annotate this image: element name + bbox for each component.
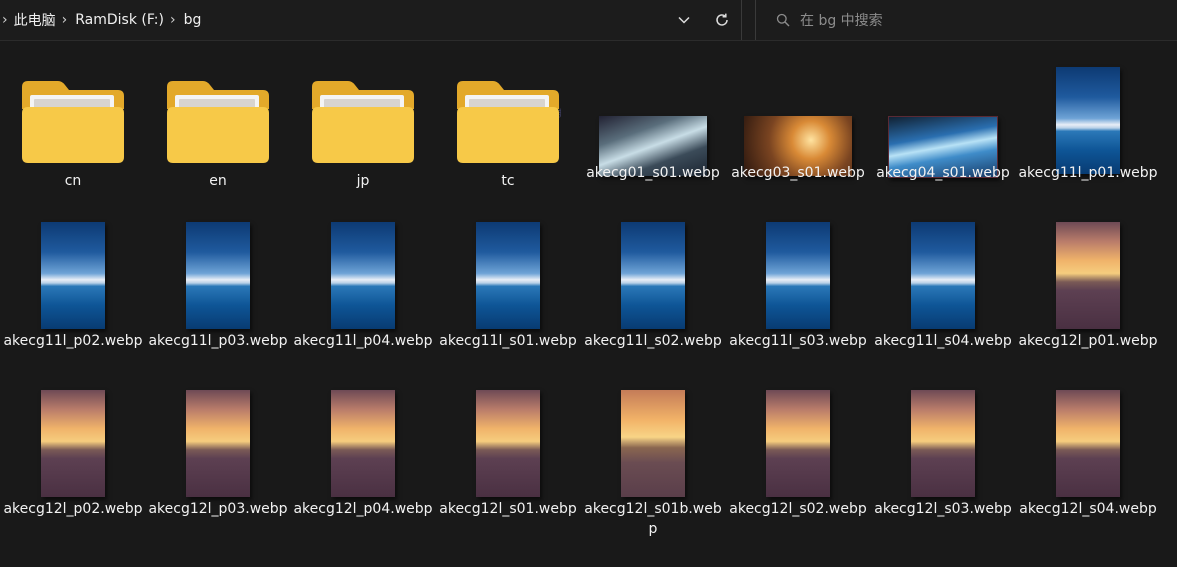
chevron-right-icon[interactable]: › — [62, 12, 68, 28]
item-thumbnail — [583, 386, 723, 497]
item-thumbnail — [3, 218, 143, 329]
item-thumbnail — [293, 218, 433, 329]
image-thumbnail — [1056, 222, 1120, 329]
image-thumbnail — [1056, 390, 1120, 497]
item-thumbnail — [873, 386, 1013, 497]
toolbar: › 此电脑 › RamDisk (F:) › bg 在 bg 中搜索 — [0, 0, 1177, 41]
item-thumbnail: 目指せベスト — [3, 79, 143, 163]
item-name: akecg12l_s03.webp — [874, 501, 1012, 517]
item-thumbnail — [1018, 218, 1158, 329]
item-name: akecg11l_p04.webp — [293, 333, 433, 349]
item-thumbnail — [1018, 63, 1158, 174]
breadcrumb-item-drive[interactable]: RamDisk (F:) — [75, 12, 164, 28]
item-name: akecg03_s01.webp — [731, 165, 865, 181]
item-thumbnail — [438, 218, 578, 329]
search-icon — [776, 13, 790, 27]
item-thumbnail — [148, 218, 288, 329]
item-name: akecg11l_s04.webp — [874, 333, 1012, 349]
item-thumbnail — [3, 386, 143, 497]
item-name: akecg12l_s04.webp — [1019, 501, 1157, 517]
image-thumbnail — [766, 222, 830, 329]
refresh-button[interactable] — [703, 0, 741, 40]
search-box[interactable]: 在 bg 中搜索 — [755, 0, 1177, 40]
folder-icon: Aim for top — [167, 81, 269, 163]
item-thumbnail — [583, 63, 723, 176]
item-thumbnail — [728, 218, 868, 329]
item-thumbnail — [583, 218, 723, 329]
folder-icon: ありがとうございました — [457, 81, 561, 163]
item-thumbnail — [293, 386, 433, 497]
image-thumbnail — [331, 390, 395, 497]
item-name: akecg11l_p01.webp — [1018, 165, 1158, 181]
chevron-right-icon[interactable]: › — [170, 12, 176, 28]
item-thumbnail — [873, 218, 1013, 329]
image-thumbnail — [621, 390, 685, 497]
item-name: akecg04_s01.webp — [876, 165, 1010, 181]
item-thumbnail: 目指せベスト — [293, 79, 433, 163]
image-thumbnail — [766, 390, 830, 497]
item-name: cn — [64, 173, 82, 189]
item-name: akecg12l_s01.webp — [439, 501, 577, 517]
item-name: akecg12l_p01.webp — [1018, 333, 1158, 349]
breadcrumb-item-this-pc[interactable]: 此电脑 — [14, 10, 56, 30]
item-name: akecg11l_p02.webp — [3, 333, 143, 349]
image-thumbnail — [186, 390, 250, 497]
item-name: akecg11l_s03.webp — [729, 333, 867, 349]
item-name: jp — [356, 173, 370, 189]
item-thumbnail — [1018, 386, 1158, 497]
history-dropdown-button[interactable] — [665, 0, 703, 40]
item-name: akecg11l_s02.webp — [584, 333, 722, 349]
image-thumbnail — [41, 390, 105, 497]
item-name: akecg12l_p02.webp — [3, 501, 143, 517]
item-thumbnail: Aim for top — [148, 79, 288, 163]
item-name: tc — [501, 173, 515, 189]
item-name: akecg12l_p03.webp — [148, 501, 288, 517]
search-input[interactable]: 在 bg 中搜索 — [800, 10, 883, 30]
image-thumbnail — [1056, 67, 1120, 174]
folder-icon: 目指せベスト — [312, 81, 414, 163]
file-grid: 目指せベスト cn Aim for top en 目指せベスト jp ありがとうございました… — [0, 41, 1177, 567]
image-thumbnail — [331, 222, 395, 329]
item-thumbnail — [873, 63, 1013, 178]
image-thumbnail — [186, 222, 250, 329]
item-name: akecg11l_p03.webp — [148, 333, 288, 349]
chevron-right-icon[interactable]: › — [2, 12, 8, 28]
image-thumbnail — [911, 222, 975, 329]
item-thumbnail — [728, 63, 868, 176]
item-name: akecg11l_s01.webp — [439, 333, 577, 349]
item-name: akecg12l_s01b.webp — [584, 501, 722, 537]
folder-icon: 目指せベスト — [22, 81, 124, 163]
breadcrumb-item-folder[interactable]: bg — [184, 12, 202, 28]
item-thumbnail — [148, 386, 288, 497]
address-bar[interactable]: › 此电脑 › RamDisk (F:) › bg — [0, 0, 742, 40]
item-name: akecg12l_s02.webp — [729, 501, 867, 517]
breadcrumb: › 此电脑 › RamDisk (F:) › bg — [0, 0, 201, 40]
item-thumbnail — [438, 386, 578, 497]
refresh-icon — [716, 13, 728, 26]
item-thumbnail: ありがとうございました — [438, 79, 578, 163]
item-name: en — [209, 173, 227, 189]
image-thumbnail — [911, 390, 975, 497]
image-thumbnail — [476, 222, 540, 329]
item-name: akecg01_s01.webp — [586, 165, 720, 181]
chevron-down-icon — [678, 16, 690, 24]
image-thumbnail — [621, 222, 685, 329]
image-thumbnail — [476, 390, 540, 497]
item-name: akecg12l_p04.webp — [293, 501, 433, 517]
image-thumbnail — [41, 222, 105, 329]
item-thumbnail — [728, 386, 868, 497]
